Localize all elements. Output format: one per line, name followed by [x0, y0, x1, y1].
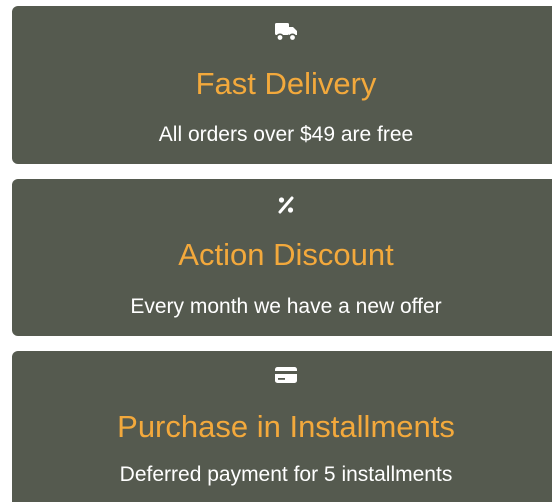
truck-icon — [272, 20, 300, 44]
feature-card-fast-delivery: Fast Delivery All orders over $49 are fr… — [12, 6, 552, 164]
feature-title: Purchase in Installments — [117, 409, 455, 444]
feature-card-installments: Purchase in Installments Deferred paymen… — [12, 351, 552, 502]
credit-card-icon — [272, 363, 300, 387]
feature-subtitle: Deferred payment for 5 installments — [119, 463, 453, 486]
feature-title: Action Discount — [178, 237, 394, 272]
feature-title: Fast Delivery — [195, 66, 377, 101]
features-list: Fast Delivery All orders over $49 are fr… — [0, 0, 552, 502]
feature-subtitle: All orders over $49 are free — [158, 123, 414, 146]
percent-icon — [272, 193, 300, 217]
feature-card-action-discount: Action Discount Every month we have a ne… — [12, 179, 552, 336]
feature-subtitle: Every month we have a new offer — [130, 295, 442, 318]
